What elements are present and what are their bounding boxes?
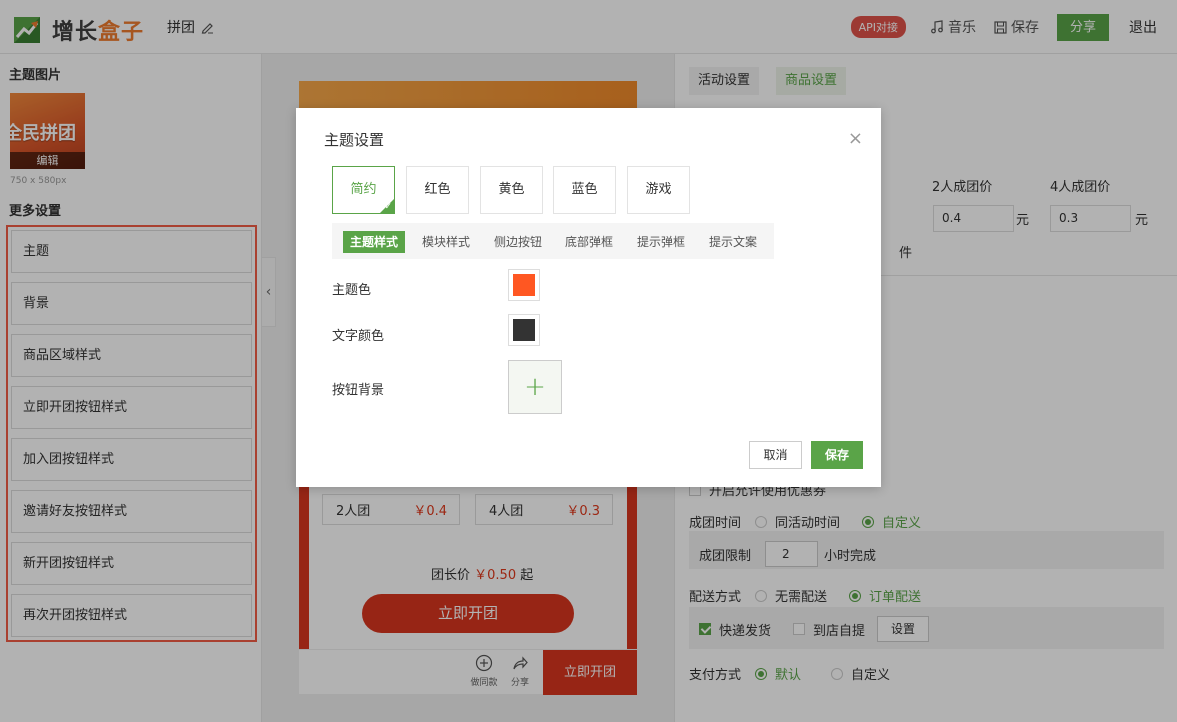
close-icon[interactable]: × [848, 128, 863, 149]
text-color-picker[interactable] [508, 314, 540, 346]
button-bg-upload[interactable]: + [508, 360, 562, 414]
theme-color-picker[interactable] [508, 269, 540, 301]
theme-option-red[interactable]: 红色 [406, 166, 469, 214]
text-color-swatch [513, 319, 535, 341]
modal-title: 主题设置 [324, 131, 385, 149]
theme-option-blue[interactable]: 蓝色 [553, 166, 616, 214]
theme-option-yellow[interactable]: 黄色 [480, 166, 543, 214]
tab-bottom-popup[interactable]: 底部弹框 [558, 231, 620, 253]
theme-option-game[interactable]: 游戏 [627, 166, 690, 214]
tab-tip-popup[interactable]: 提示弹框 [630, 231, 692, 253]
tab-side-button[interactable]: 侧边按钮 [487, 231, 549, 253]
tab-theme-style[interactable]: 主题样式 [343, 231, 406, 253]
button-bg-label: 按钮背景 [332, 383, 385, 398]
check-icon: ✓ [384, 202, 392, 212]
cancel-button[interactable]: 取消 [749, 441, 802, 469]
theme-color-label: 主题色 [332, 283, 372, 298]
theme-option-simple[interactable]: 简约 ✓ [332, 166, 395, 214]
tab-module-style[interactable]: 模块样式 [415, 231, 477, 253]
text-color-label: 文字颜色 [332, 329, 385, 344]
style-subtabs: 主题样式 模块样式 侧边按钮 底部弹框 提示弹框 提示文案 [332, 223, 774, 259]
plus-icon: + [524, 372, 546, 402]
theme-color-swatch [513, 274, 535, 296]
theme-settings-modal: 主题设置 × 简约 ✓ 红色 黄色 蓝色 游戏 主题样式 模块样式 侧边按钮 底… [296, 108, 881, 487]
save-button[interactable]: 保存 [811, 441, 863, 469]
tab-tip-copy[interactable]: 提示文案 [702, 231, 764, 253]
